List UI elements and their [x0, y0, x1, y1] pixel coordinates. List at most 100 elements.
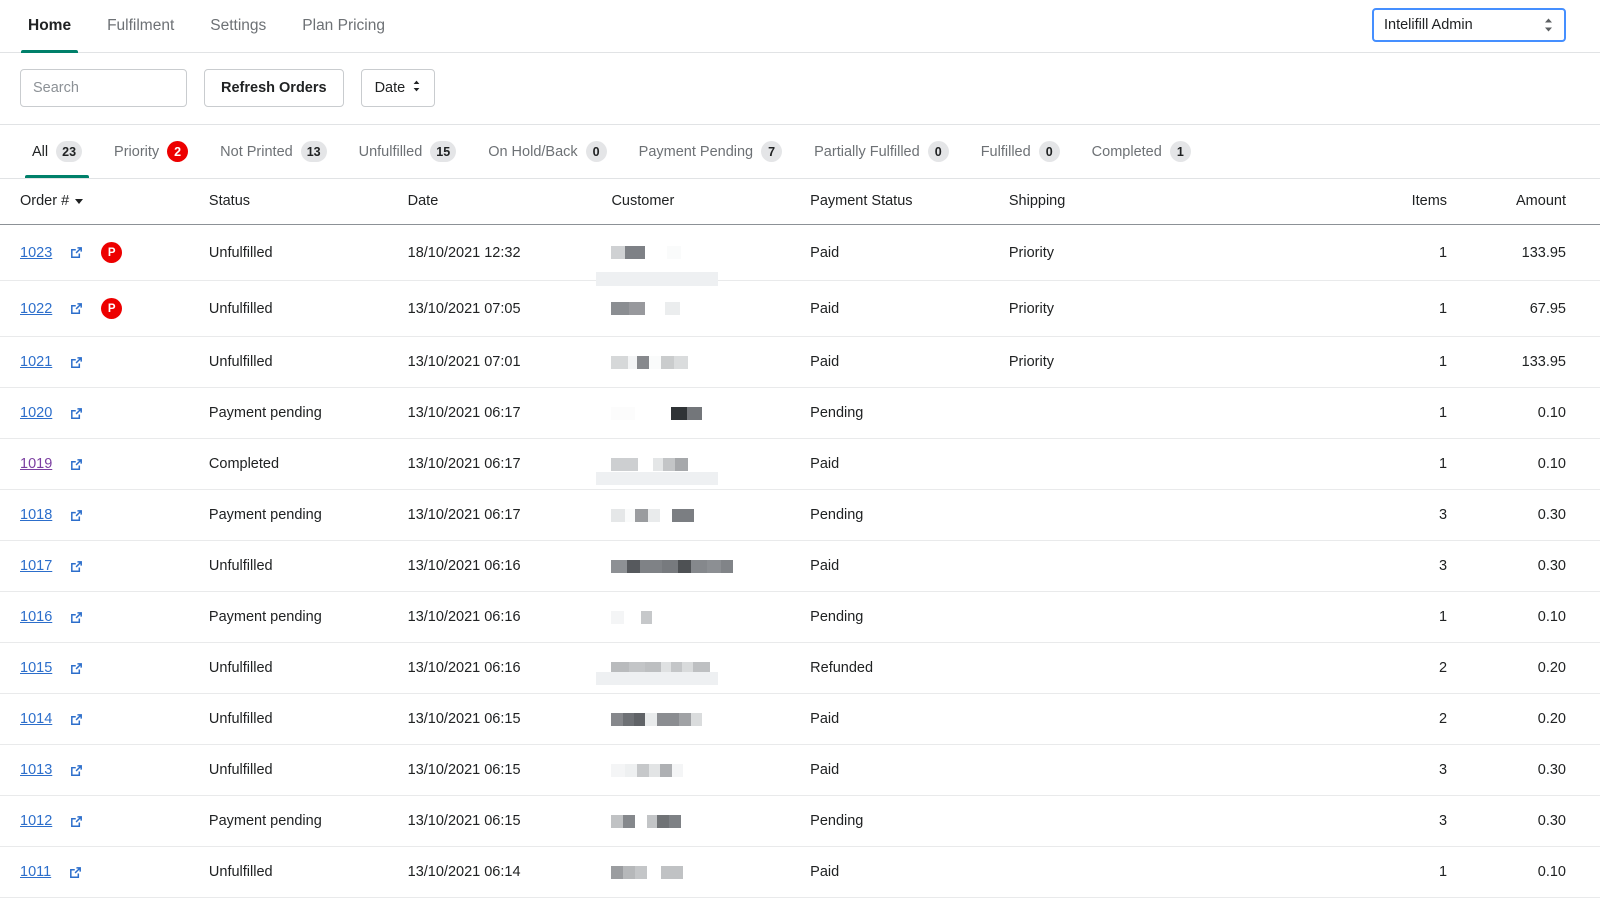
redacted-customer-name	[611, 815, 810, 828]
status-filter-tabs: All23Priority2Not Printed13Unfulfilled15…	[0, 125, 1600, 179]
column-header-order-label: Order #	[20, 193, 69, 209]
external-link-icon[interactable]	[69, 661, 84, 676]
order-number-link[interactable]: 1013	[20, 762, 52, 778]
cell-amount: 133.95	[1447, 337, 1600, 388]
order-number-link[interactable]: 1018	[20, 507, 52, 523]
column-header-customer[interactable]: Customer	[611, 179, 810, 225]
table-row[interactable]: 1020Payment pending13/10/2021 06:17Pendi…	[0, 388, 1600, 439]
table-row[interactable]: 1012Payment pending13/10/2021 06:15Pendi…	[0, 796, 1600, 847]
nav-tab-plan-pricing[interactable]: Plan Pricing	[284, 0, 403, 52]
filter-tab-label: Partially Fulfilled	[814, 144, 920, 160]
cell-amount: 0.10	[1447, 388, 1600, 439]
external-link-icon[interactable]	[69, 301, 84, 316]
external-link-icon[interactable]	[69, 355, 84, 370]
table-row[interactable]: 1019Completed13/10/2021 06:17Paid10.10	[0, 439, 1600, 490]
cell-date: 13/10/2021 06:15	[408, 796, 612, 847]
table-row[interactable]: 1016Payment pending13/10/2021 06:16Pendi…	[0, 592, 1600, 643]
table-row[interactable]: 1011Unfulfilled13/10/2021 06:14Paid10.10	[0, 847, 1600, 898]
column-header-status[interactable]: Status	[209, 179, 408, 225]
table-row[interactable]: 1021Unfulfilled13/10/2021 07:01PaidPrior…	[0, 337, 1600, 388]
cell-shipping	[1009, 592, 1315, 643]
table-row[interactable]: 1015Unfulfilled13/10/2021 06:16Refunded2…	[0, 643, 1600, 694]
filter-tab-payment-pending[interactable]: Payment Pending7	[623, 125, 798, 178]
column-header-items[interactable]: Items	[1315, 179, 1447, 225]
order-number-link[interactable]: 1019	[20, 456, 52, 472]
redacted-customer-name	[611, 246, 810, 259]
nav-tab-settings[interactable]: Settings	[192, 0, 284, 52]
nav-tab-home[interactable]: Home	[10, 0, 89, 52]
order-number-link[interactable]: 1014	[20, 711, 52, 727]
external-link-icon[interactable]	[69, 814, 84, 829]
filter-tab-unfulfilled[interactable]: Unfulfilled15	[343, 125, 473, 178]
cell-items: 3	[1315, 541, 1447, 592]
order-number-link[interactable]: 1017	[20, 558, 52, 574]
cell-date: 18/10/2021 12:32	[408, 225, 612, 281]
cell-amount: 0.30	[1447, 745, 1600, 796]
cell-date: 13/10/2021 07:01	[408, 337, 612, 388]
cell-amount: 0.10	[1447, 592, 1600, 643]
order-number-link[interactable]: 1016	[20, 609, 52, 625]
filter-tab-priority[interactable]: Priority2	[98, 125, 204, 178]
filter-tab-on-hold-back[interactable]: On Hold/Back0	[472, 125, 622, 178]
redacted-customer-name	[611, 866, 810, 879]
column-header-date[interactable]: Date	[408, 179, 612, 225]
cell-amount: 0.20	[1447, 694, 1600, 745]
table-row[interactable]: 1018Payment pending13/10/2021 06:17Pendi…	[0, 490, 1600, 541]
column-header-shipping[interactable]: Shipping	[1009, 179, 1315, 225]
filter-tab-count-badge: 0	[586, 141, 607, 162]
cell-shipping	[1009, 541, 1315, 592]
column-header-amount[interactable]: Amount	[1447, 179, 1600, 225]
cell-items: 1	[1315, 388, 1447, 439]
table-row[interactable]: 1014Unfulfilled13/10/2021 06:15Paid20.20	[0, 694, 1600, 745]
filter-tab-not-printed[interactable]: Not Printed13	[204, 125, 342, 178]
external-link-icon[interactable]	[69, 763, 84, 778]
date-sort-button[interactable]: Date	[361, 69, 436, 107]
table-row[interactable]: 1013Unfulfilled13/10/2021 06:15Paid30.30	[0, 745, 1600, 796]
filter-tab-fulfilled[interactable]: Fulfilled0	[965, 125, 1076, 178]
filter-tab-all[interactable]: All23	[16, 125, 98, 178]
order-number-link[interactable]: 1022	[20, 301, 52, 317]
filter-tab-partially-fulfilled[interactable]: Partially Fulfilled0	[798, 125, 965, 178]
updown-chevrons-icon	[412, 79, 421, 97]
cell-payment-status: Paid	[810, 745, 1009, 796]
filter-tab-count-badge: 2	[167, 141, 188, 162]
cell-status: Unfulfilled	[209, 281, 408, 337]
order-number-link[interactable]: 1021	[20, 354, 52, 370]
nav-tab-label: Plan Pricing	[302, 17, 385, 35]
redacted-customer-name	[611, 407, 810, 420]
cell-payment-status: Paid	[810, 541, 1009, 592]
column-header-order[interactable]: Order #	[0, 179, 209, 225]
nav-tab-fulfilment[interactable]: Fulfilment	[89, 0, 192, 52]
cell-customer	[611, 490, 810, 541]
redacted-customer-name	[611, 302, 810, 315]
cell-payment-status: Refunded	[810, 643, 1009, 694]
order-number-link[interactable]: 1015	[20, 660, 52, 676]
column-header-payment-status[interactable]: Payment Status	[810, 179, 1009, 225]
external-link-icon[interactable]	[69, 457, 84, 472]
external-link-icon[interactable]	[68, 865, 83, 880]
order-number-link[interactable]: 1012	[20, 813, 52, 829]
external-link-icon[interactable]	[69, 245, 84, 260]
external-link-icon[interactable]	[69, 508, 84, 523]
cell-customer	[611, 388, 810, 439]
table-row[interactable]: 1022PUnfulfilled13/10/2021 07:05PaidPrio…	[0, 281, 1600, 337]
external-link-icon[interactable]	[69, 712, 84, 727]
order-number-link[interactable]: 1020	[20, 405, 52, 421]
search-input[interactable]	[20, 69, 187, 107]
external-link-icon[interactable]	[69, 559, 84, 574]
table-row[interactable]: 1023PUnfulfilled18/10/2021 12:32PaidPrio…	[0, 225, 1600, 281]
external-link-icon[interactable]	[69, 610, 84, 625]
order-number-link[interactable]: 1023	[20, 245, 52, 261]
filter-tab-label: Completed	[1092, 144, 1162, 160]
filter-tab-count-badge: 23	[56, 141, 82, 162]
order-number-link[interactable]: 1011	[20, 864, 51, 880]
table-row[interactable]: 1017Unfulfilled13/10/2021 06:16Paid30.30	[0, 541, 1600, 592]
account-selector[interactable]: Intelifill Admin	[1372, 8, 1566, 42]
external-link-icon[interactable]	[69, 406, 84, 421]
orders-table-head: Order # Status Date Customer Payment Sta…	[0, 179, 1600, 225]
cell-payment-status: Paid	[810, 225, 1009, 281]
filter-tab-completed[interactable]: Completed1	[1076, 125, 1207, 178]
cell-payment-status: Pending	[810, 388, 1009, 439]
orders-table-container: Order # Status Date Customer Payment Sta…	[0, 179, 1600, 898]
refresh-orders-button[interactable]: Refresh Orders	[204, 69, 344, 107]
